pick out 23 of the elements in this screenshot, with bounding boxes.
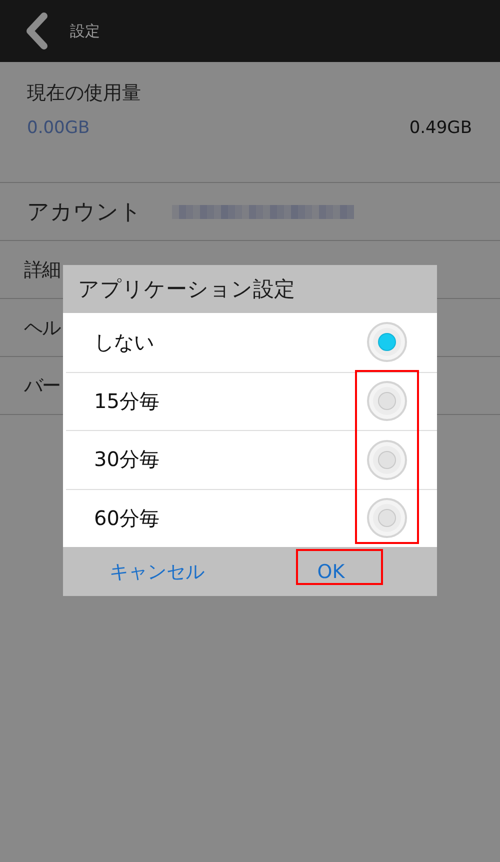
option-label: 60分毎 [94, 504, 160, 532]
total-value: 0.49GB [409, 118, 472, 138]
used-value: 0.00GB [27, 118, 90, 138]
back-icon[interactable] [24, 12, 48, 50]
row-label: アカウント [27, 198, 142, 226]
row-label: ヘル [24, 316, 60, 340]
option-label: 30分毎 [94, 446, 160, 474]
option-row[interactable]: 15分毎 [66, 372, 437, 430]
radio-button[interactable] [367, 440, 407, 480]
usage-label: 現在の使用量 [27, 81, 142, 106]
option-row[interactable]: 60分毎 [66, 488, 437, 547]
option-row[interactable]: しない [66, 313, 437, 372]
dialog-title: アプリケーション設定 [77, 276, 296, 303]
option-row[interactable]: 30分毎 [66, 430, 437, 488]
row-label: 詳細 [24, 258, 60, 282]
settings-row[interactable]: アカウント [0, 183, 500, 241]
option-label: 15分毎 [94, 388, 160, 415]
radio-button[interactable] [367, 498, 407, 538]
row-label: バー [24, 374, 60, 398]
screen-title: 設定 [70, 22, 100, 40]
option-label: しない [94, 328, 154, 356]
radio-button[interactable] [367, 322, 407, 362]
radio-button[interactable] [367, 381, 407, 422]
